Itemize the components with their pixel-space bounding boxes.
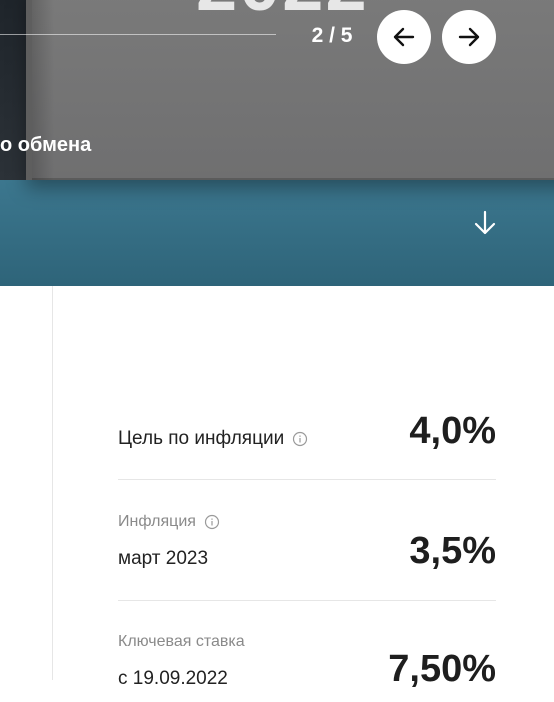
- hero-year-text: 2022: [196, 0, 369, 22]
- stat-inflation: Инфляция март 2023 3,5%: [118, 510, 496, 580]
- prev-slide-button[interactable]: [377, 10, 431, 64]
- stat-value: 4,0%: [409, 410, 496, 452]
- content-vertical-divider: [52, 286, 53, 680]
- slide-counter: 2 / 5: [311, 24, 353, 47]
- stat-label: с 19.09.2022: [118, 668, 228, 689]
- arrow-left-icon: [393, 27, 415, 47]
- stat-label-row: Цель по инфляции: [118, 428, 308, 450]
- hero-caption: о обмена: [0, 134, 92, 156]
- stat-label: март 2023: [118, 548, 209, 569]
- stat-label: Цель по инфляции: [118, 428, 285, 449]
- stat-separator: [118, 600, 496, 601]
- stat-value: 7,50%: [388, 648, 496, 690]
- arrow-right-icon: [458, 27, 480, 47]
- stat-sublabel: Инфляция: [118, 513, 196, 530]
- hero-divider-line: [0, 34, 276, 35]
- info-icon[interactable]: [292, 431, 308, 447]
- stat-inflation-target: Цель по инфляции 4,0%: [118, 410, 496, 466]
- stat-key-rate: Ключевая ставка с 19.09.2022 7,50%: [118, 632, 496, 702]
- next-slide-button[interactable]: [442, 10, 496, 64]
- info-icon[interactable]: [204, 514, 220, 530]
- stat-sublabel: Ключевая ставка: [118, 633, 245, 650]
- stat-separator: [118, 479, 496, 480]
- arrow-down-icon[interactable]: [470, 208, 500, 238]
- stat-value: 3,5%: [409, 530, 496, 572]
- hero-banner: 2022 2 / 5 о обмена: [0, 0, 554, 286]
- stat-sublabel-row: Инфляция: [118, 513, 220, 531]
